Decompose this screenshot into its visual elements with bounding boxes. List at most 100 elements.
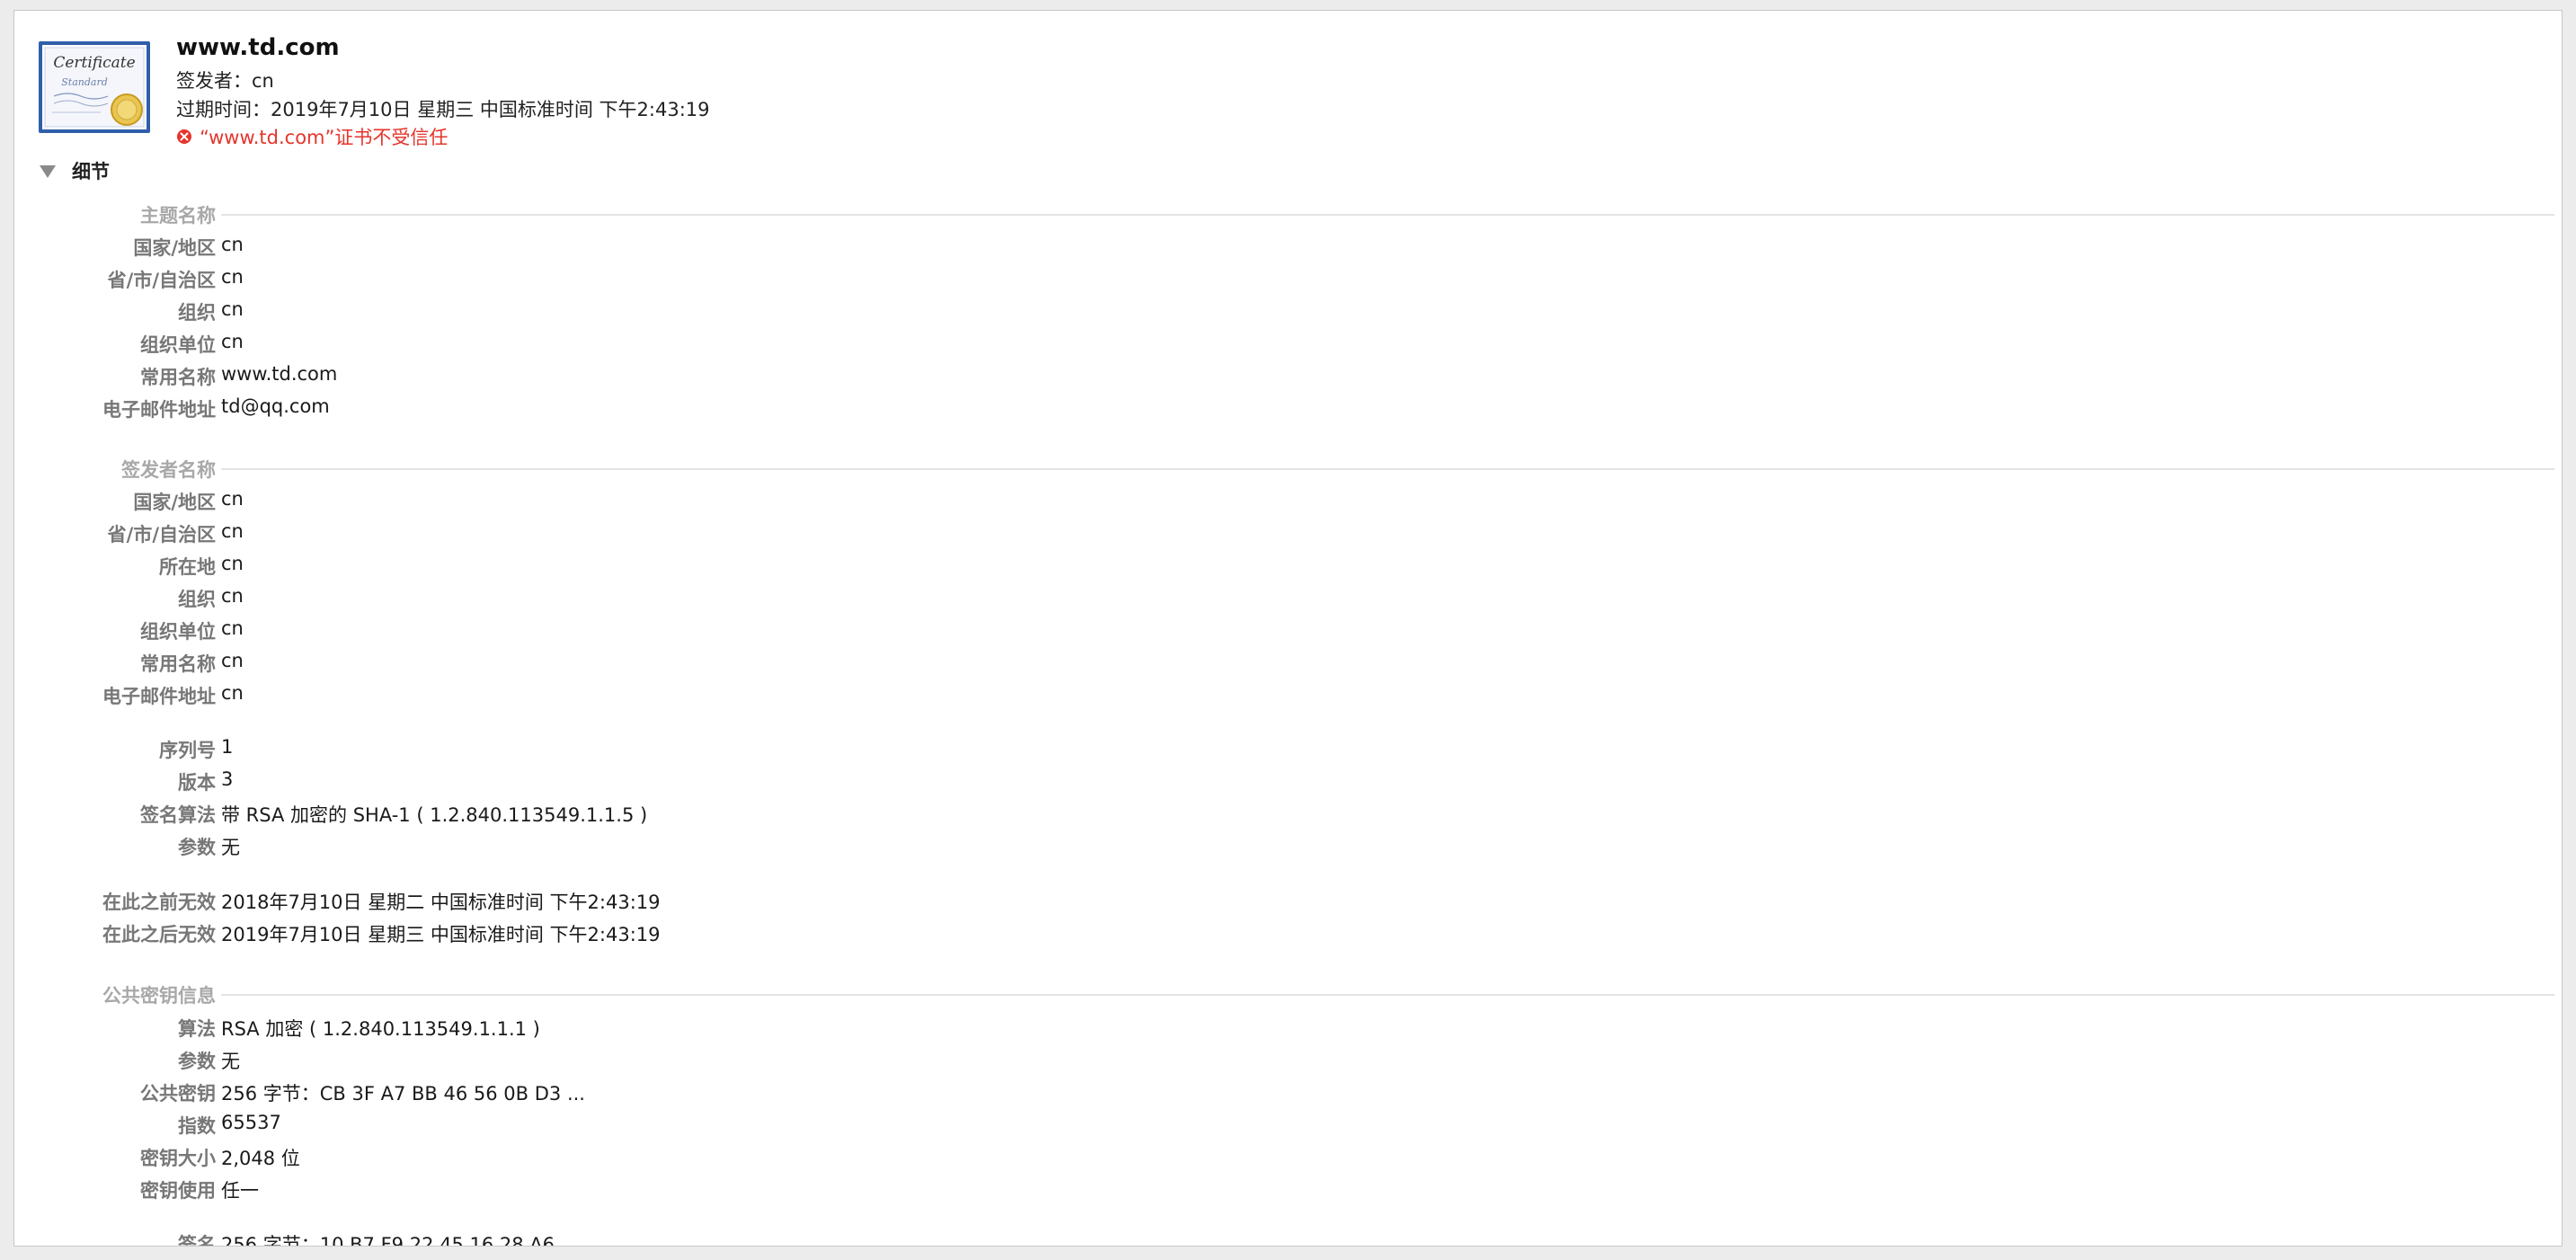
- section-divider: [221, 468, 2554, 470]
- detail-row: 参数无: [14, 1047, 2562, 1078]
- detail-row-value: td@qq.com: [221, 395, 330, 417]
- detail-row-value: cn: [221, 488, 244, 510]
- detail-row-value: 无: [221, 837, 240, 858]
- detail-row-value: 无: [221, 1051, 240, 1072]
- section-heading-public-key: 公共密钥信息: [14, 981, 2562, 1012]
- detail-row-key: 序列号: [159, 740, 216, 761]
- detail-row-value: cn: [221, 520, 244, 542]
- detail-row: 签名 256 字节：10 B7 F9 22 45 16 28 A6 ...: [14, 1230, 2562, 1247]
- detail-row-key: 参数: [178, 1051, 216, 1072]
- detail-row-key: 组织: [178, 302, 216, 324]
- detail-row: 电子邮件地址 cn: [14, 682, 2562, 713]
- detail-row-key: 签名算法: [140, 804, 216, 826]
- detail-row-key: 签名: [178, 1234, 216, 1247]
- certificate-seal-subtitle: Standard: [61, 76, 108, 88]
- detail-row-key: 省/市/自治区: [107, 270, 216, 291]
- trust-warning-text: “www.td.com”证书不受信任: [200, 127, 449, 148]
- section-heading-label: 主题名称: [140, 205, 216, 226]
- detail-row: 组织 cn: [14, 298, 2562, 329]
- certificate-panel: Certificate Standard www.td.com 签发者：cn 过…: [13, 10, 2563, 1247]
- trust-warning: “www.td.com”证书不受信任: [176, 123, 448, 150]
- certificate-icon: Certificate Standard: [39, 41, 150, 133]
- detail-row-key: 在此之前无效: [102, 892, 216, 913]
- detail-row-key: 电子邮件地址: [102, 399, 216, 421]
- section-heading-subject: 主题名称: [14, 201, 2562, 232]
- detail-row-key: 组织单位: [140, 621, 216, 643]
- detail-row: 常用名称 www.td.com: [14, 363, 2562, 394]
- detail-row: 省/市/自治区 cn: [14, 520, 2562, 551]
- detail-row: 国家/地区 cn: [14, 488, 2562, 519]
- detail-row: 公共密钥 256 字节：CB 3F A7 BB 46 56 0B D3 ...: [14, 1079, 2562, 1110]
- detail-row-key: 国家/地区: [133, 492, 216, 513]
- details-label: 细节: [72, 161, 110, 182]
- section-divider: [221, 214, 2554, 216]
- detail-row-value: cn: [221, 553, 244, 574]
- detail-row: 组织单位 cn: [14, 617, 2562, 648]
- detail-row: 密钥使用 任一: [14, 1176, 2562, 1207]
- detail-row: 国家/地区 cn: [14, 234, 2562, 264]
- detail-row-key: 指数: [178, 1115, 216, 1137]
- detail-row-value: cn: [221, 298, 244, 320]
- issuer-line: 签发者：cn: [176, 70, 274, 92]
- detail-row: 在此之前无效 2018年7月10日 星期二 中国标准时间 下午2:43:19: [14, 888, 2562, 918]
- detail-row: 所在地 cn: [14, 553, 2562, 583]
- detail-row-value: 带 RSA 加密的 SHA-1 ( 1.2.840.113549.1.1.5 ): [221, 804, 648, 826]
- detail-row-value: cn: [221, 585, 244, 607]
- detail-row: 电子邮件地址 td@qq.com: [14, 395, 2562, 426]
- detail-row-key: 国家/地区: [133, 237, 216, 259]
- detail-row: 版本 3: [14, 768, 2562, 799]
- detail-row-value: RSA 加密 ( 1.2.840.113549.1.1.1 ): [221, 1018, 540, 1040]
- detail-row-key: 常用名称: [140, 367, 216, 388]
- detail-row-value: 256 字节：CB 3F A7 BB 46 56 0B D3 ...: [221, 1083, 585, 1105]
- detail-row-value: cn: [221, 266, 244, 288]
- detail-row: 省/市/自治区 cn: [14, 266, 2562, 297]
- detail-row-value: www.td.com: [221, 363, 338, 385]
- section-heading-issuer: 签发者名称: [14, 456, 2562, 486]
- detail-row-key: 密钥大小: [140, 1148, 216, 1169]
- detail-row-key: 密钥使用: [140, 1180, 216, 1202]
- detail-row-value: cn: [221, 682, 244, 704]
- detail-row-value: 3: [221, 768, 234, 790]
- section-heading-label: 公共密钥信息: [102, 985, 216, 1007]
- detail-row-key: 所在地: [159, 556, 216, 578]
- expiry-line: 过期时间：2019年7月10日 星期三 中国标准时间 下午2:43:19: [176, 99, 710, 120]
- detail-row-key: 在此之后无效: [102, 924, 216, 945]
- certificate-title: www.td.com: [176, 34, 340, 61]
- detail-row-value: 1: [221, 736, 234, 758]
- detail-row: 密钥大小 2,048 位: [14, 1144, 2562, 1175]
- detail-row-key: 参数: [178, 837, 216, 858]
- detail-row-value: 65537: [221, 1112, 281, 1133]
- section-divider: [221, 994, 2554, 996]
- details-disclosure-toggle[interactable]: 细节: [38, 157, 110, 184]
- detail-row: 组织 cn: [14, 585, 2562, 616]
- detail-row: 常用名称 cn: [14, 650, 2562, 680]
- detail-row: 组织单位 cn: [14, 331, 2562, 361]
- disclosure-triangle-icon: [40, 165, 56, 178]
- detail-row: 算法 RSA 加密 ( 1.2.840.113549.1.1.1 ): [14, 1015, 2562, 1045]
- detail-row-key: 电子邮件地址: [102, 686, 216, 707]
- detail-row: 参数无: [14, 833, 2562, 864]
- certificate-seal-title: Certificate: [53, 54, 135, 72]
- detail-row-key: 公共密钥: [140, 1083, 216, 1105]
- detail-row-value: cn: [221, 650, 244, 671]
- detail-row: 在此之后无效 2019年7月10日 星期三 中国标准时间 下午2:43:19: [14, 920, 2562, 951]
- detail-row-value: 2,048 位: [221, 1148, 300, 1169]
- detail-row-key: 常用名称: [140, 653, 216, 675]
- detail-row: 签名算法带 RSA 加密的 SHA-1 ( 1.2.840.113549.1.1…: [14, 801, 2562, 831]
- detail-row-key: 算法: [178, 1018, 216, 1040]
- detail-row-key: 组织: [178, 589, 216, 610]
- error-circle-icon: [177, 129, 191, 144]
- detail-row: 指数 65537: [14, 1112, 2562, 1142]
- detail-row: 序列号 1: [14, 736, 2562, 767]
- detail-row-value: 2019年7月10日 星期三 中国标准时间 下午2:43:19: [221, 924, 661, 945]
- detail-row-key: 版本: [178, 772, 216, 794]
- section-heading-label: 签发者名称: [121, 459, 216, 481]
- detail-row-key: 组织单位: [140, 334, 216, 356]
- detail-row-value: cn: [221, 234, 244, 255]
- detail-row-value: cn: [221, 331, 244, 352]
- detail-row-value: 2018年7月10日 星期二 中国标准时间 下午2:43:19: [221, 892, 661, 913]
- detail-row-key: 省/市/自治区: [107, 524, 216, 546]
- detail-row-value: cn: [221, 617, 244, 639]
- detail-row-value: 任一: [221, 1180, 259, 1202]
- detail-row-value: 256 字节：10 B7 F9 22 45 16 28 A6 ...: [221, 1234, 579, 1247]
